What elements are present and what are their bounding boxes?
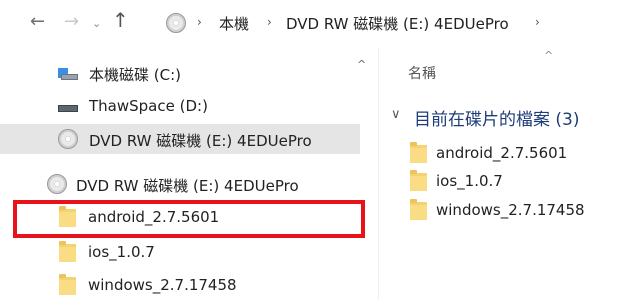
chevron-down-icon[interactable]: ⌄: [92, 14, 101, 34]
dvd-drive-icon: [166, 13, 186, 33]
chevron-right-icon[interactable]: ›: [267, 15, 272, 29]
file-item-android[interactable]: android_2.7.5601: [400, 140, 615, 168]
file-name: android_2.7.5601: [436, 144, 568, 162]
nav-item-label: 本機磁碟 (C:): [89, 66, 181, 84]
folder-icon: [59, 241, 76, 262]
breadcrumb-item-dvd-drive[interactable]: DVD RW 磁碟機 (E:) 4EDUePro: [286, 13, 509, 34]
nav-item-label: ios_1.0.7: [88, 243, 155, 261]
navigation-pane: 本機磁碟 (C:) ThawSpace (D:) DVD RW 磁碟機 (E:)…: [0, 48, 378, 300]
nav-item-folder-ios[interactable]: ios_1.0.7: [0, 237, 360, 267]
folder-icon: [410, 170, 427, 191]
folder-icon: [410, 142, 427, 163]
nav-item-thawspace-d[interactable]: ThawSpace (D:): [0, 91, 360, 121]
group-header[interactable]: 目前在碟片的檔案 (3): [414, 105, 579, 130]
nav-item-label: windows_2.7.17458: [88, 276, 237, 294]
nav-item-dvd-drive-selected[interactable]: DVD RW 磁碟機 (E:) 4EDUePro: [0, 124, 360, 154]
nav-item-label: ThawSpace (D:): [89, 97, 208, 115]
nav-item-label: DVD RW 磁碟機 (E:) 4EDUePro: [89, 132, 312, 150]
file-item-windows[interactable]: windows_2.7.17458: [400, 197, 615, 225]
breadcrumb-item-this-pc[interactable]: 本機: [219, 13, 249, 34]
file-name: ios_1.0.7: [436, 172, 503, 190]
dvd-drive-icon: [47, 174, 67, 194]
drive-icon: [58, 105, 78, 112]
file-item-ios[interactable]: ios_1.0.7: [400, 168, 615, 196]
column-header-name[interactable]: 名稱: [408, 63, 436, 83]
chevron-right-icon[interactable]: ›: [197, 15, 202, 29]
address-bar-row: ← → ⌄ ↑ › 本機 › DVD RW 磁碟機 (E:) 4EDUePro …: [0, 0, 620, 48]
folder-icon: [410, 199, 427, 220]
file-name: windows_2.7.17458: [436, 201, 585, 219]
nav-item-folder-windows[interactable]: windows_2.7.17458: [0, 270, 360, 300]
chevron-right-icon[interactable]: ›: [535, 15, 540, 29]
dvd-drive-icon: [58, 129, 78, 149]
arrow-left-icon[interactable]: ←: [30, 12, 45, 32]
chevron-down-icon[interactable]: ∨: [391, 107, 401, 122]
nav-item-local-disk-c[interactable]: 本機磁碟 (C:): [0, 58, 360, 88]
nav-item-label: DVD RW 磁碟機 (E:) 4EDUePro: [76, 177, 299, 195]
arrow-up-icon[interactable]: ↑: [112, 10, 129, 30]
highlight-annotation: [13, 200, 365, 238]
folder-icon: [59, 274, 76, 295]
scroll-up-arrow[interactable]: ^: [357, 58, 366, 71]
pane-divider[interactable]: [378, 48, 379, 300]
nav-item-dvd-drive[interactable]: DVD RW 磁碟機 (E:) 4EDUePro: [0, 169, 360, 199]
arrow-right-icon[interactable]: →: [64, 12, 79, 32]
sort-indicator-icon: ^: [544, 49, 554, 62]
local-disk-icon: [58, 68, 78, 80]
